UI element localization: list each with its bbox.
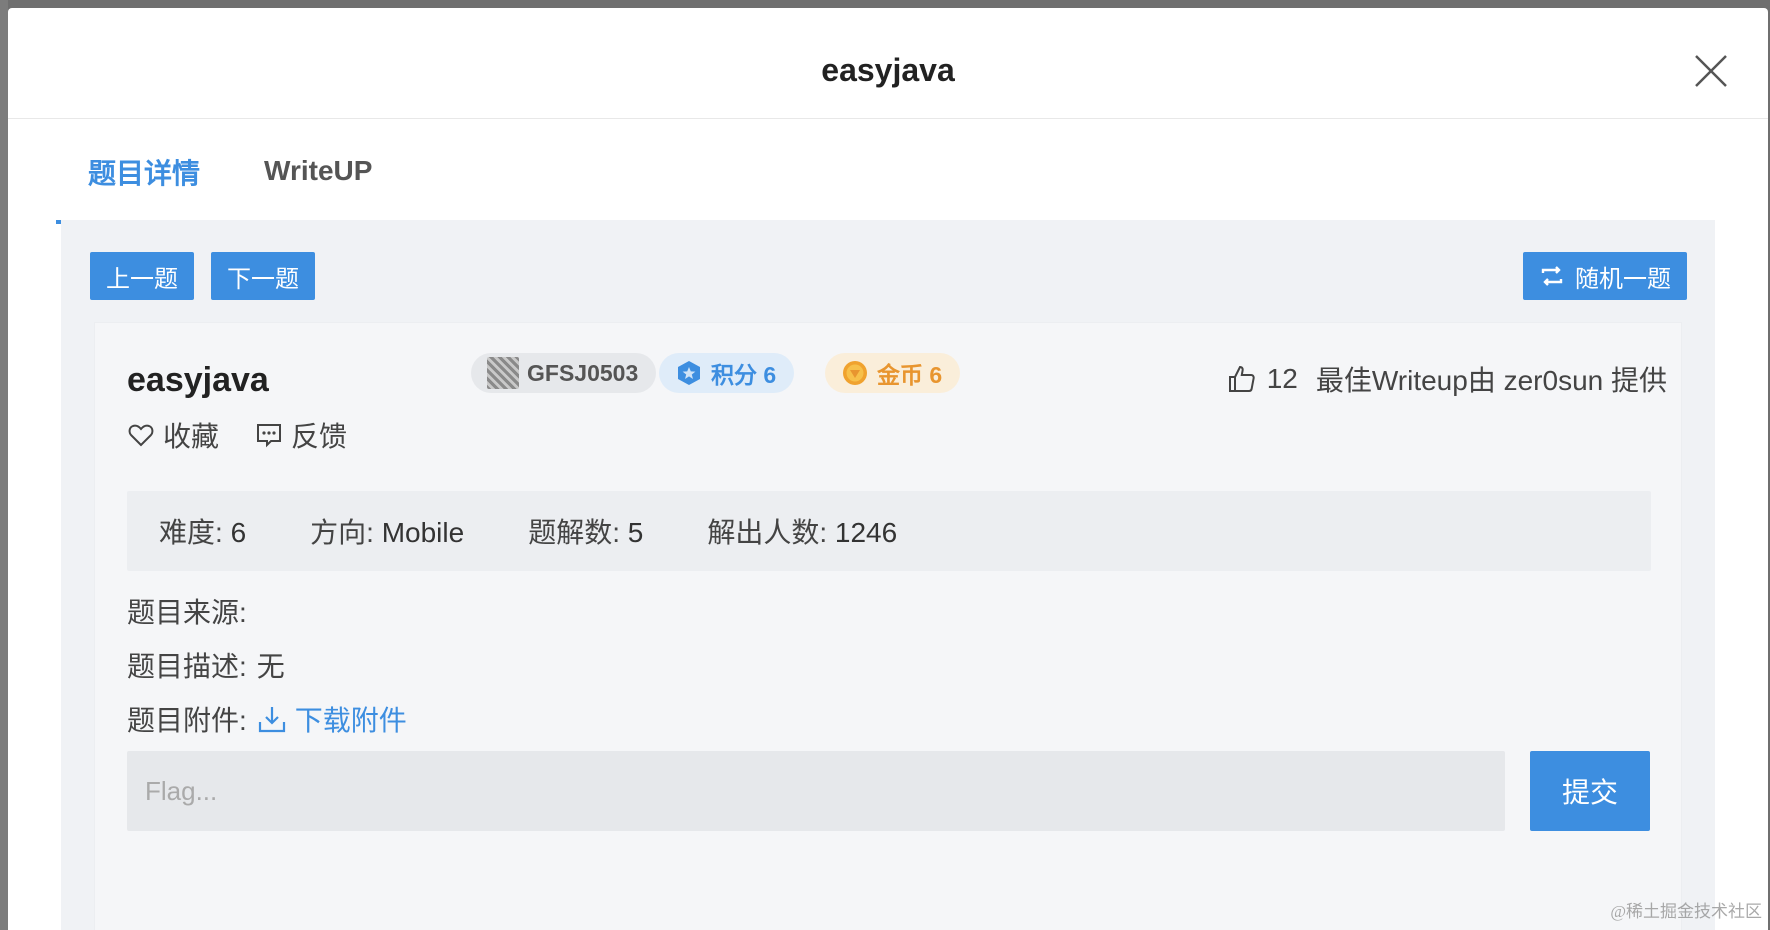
challenge-card: easyjava GFSJ0503 积分 6 金币 6 12 最佳Writeup… <box>94 322 1682 930</box>
modal-title: easyjava <box>821 52 955 88</box>
shuffle-icon <box>1541 266 1563 286</box>
author-name: GFSJ0503 <box>527 359 639 386</box>
feedback-label: 反馈 <box>291 421 348 452</box>
random-challenge-label: 随机一题 <box>1575 265 1671 293</box>
attachment-row: 题目附件: 下载附件 <box>127 699 407 739</box>
prev-challenge-button[interactable]: 上一题 <box>90 252 194 300</box>
favorite-label: 收藏 <box>163 421 220 452</box>
solvers-value: 1246 <box>834 517 898 548</box>
writeups-value: 5 <box>627 517 644 548</box>
action-row: 收藏 反馈 <box>127 415 347 455</box>
writeups-label: 题解数: <box>528 517 620 548</box>
flag-input[interactable] <box>127 751 1505 831</box>
feedback-button[interactable]: 反馈 <box>255 415 347 455</box>
stats-bar: 难度: 6 方向: Mobile 题解数: 5 解出人数: 1246 <box>127 491 1651 571</box>
content-panel: 上一题 下一题 随机一题 easyjava GFSJ0503 积分 6 金币 6… <box>61 220 1715 930</box>
like-count: 12 <box>1266 363 1298 394</box>
avatar <box>487 357 519 389</box>
coin-label: 金币 6 <box>877 362 943 388</box>
challenge-modal: easyjava 题目详情 WriteUP 上一题 下一题 随机一题 easyj… <box>8 8 1768 930</box>
submit-button[interactable]: 提交 <box>1530 751 1650 831</box>
description-row: 题目描述: 无 <box>127 645 285 685</box>
tab-writeup[interactable]: WriteUP <box>232 120 404 222</box>
tab-challenge-details[interactable]: 题目详情 <box>56 120 233 224</box>
best-writeup-text[interactable]: 最佳Writeup由 zer0sun 提供 <box>1316 359 1667 399</box>
source-row: 题目来源: <box>127 591 257 631</box>
coin-icon <box>843 361 867 385</box>
download-label: 下载附件 <box>294 705 407 736</box>
download-icon <box>258 707 285 733</box>
source-label: 题目来源: <box>127 597 247 628</box>
next-challenge-button[interactable]: 下一题 <box>211 252 315 300</box>
modal-header: easyjava <box>8 8 1768 119</box>
watermark: @稀土掘金技术社区 <box>1610 902 1762 921</box>
direction-value: Mobile <box>381 517 465 548</box>
score-label: 积分 6 <box>711 362 777 388</box>
difficulty-label: 难度: <box>159 517 223 548</box>
tab-bar: 题目详情 WriteUP <box>56 120 404 224</box>
coin-badge: 金币 6 <box>825 353 961 393</box>
close-icon[interactable] <box>1690 50 1732 92</box>
thumbs-up-icon[interactable] <box>1227 364 1257 394</box>
comment-icon <box>257 424 282 448</box>
heart-icon <box>128 424 154 447</box>
score-icon <box>678 361 700 385</box>
direction-label: 方向: <box>310 517 374 548</box>
writeups-stat: 题解数: 5 <box>528 511 643 551</box>
solvers-label: 解出人数: <box>707 517 828 548</box>
difficulty-value: 6 <box>230 517 247 548</box>
random-challenge-button[interactable]: 随机一题 <box>1523 252 1687 300</box>
score-badge: 积分 6 <box>659 353 795 393</box>
author-badge[interactable]: GFSJ0503 <box>471 353 657 393</box>
challenge-title: easyjava <box>127 361 269 399</box>
favorite-button[interactable]: 收藏 <box>127 415 219 455</box>
solvers-stat: 解出人数: 1246 <box>707 511 897 551</box>
like-area: 12 最佳Writeup由 zer0sun 提供 <box>1227 359 1667 399</box>
description-label: 题目描述: <box>127 651 247 682</box>
description-value: 无 <box>256 651 285 682</box>
modal-backdrop[interactable] <box>0 0 8 930</box>
download-attachment-link[interactable]: 下载附件 <box>257 699 407 739</box>
direction-stat: 方向: Mobile <box>310 511 464 551</box>
attachment-label: 题目附件: <box>127 705 247 736</box>
difficulty-stat: 难度: 6 <box>159 511 246 551</box>
